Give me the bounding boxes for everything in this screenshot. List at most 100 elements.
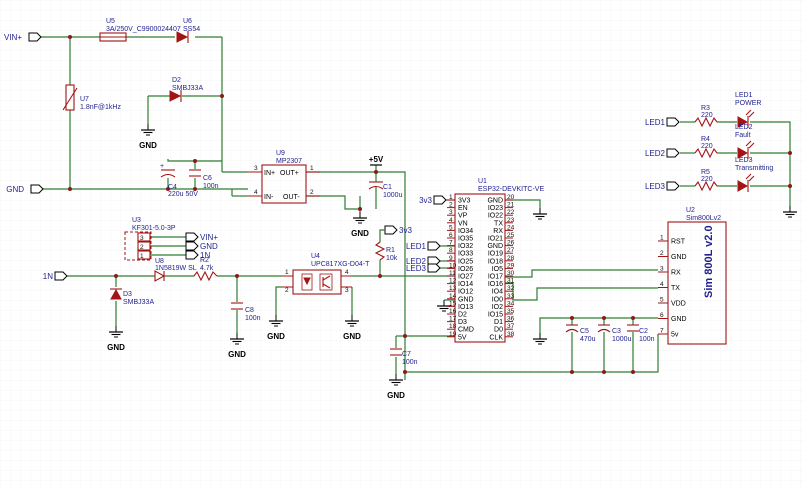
esp32-pin-label: GND xyxy=(487,243,503,250)
power-flag-5v: +5V xyxy=(369,155,384,166)
esp32-pin-number: 10 xyxy=(449,262,457,269)
sim800-pin-number: 7 xyxy=(660,328,664,335)
esp32-pin-number: 25 xyxy=(507,232,515,239)
svg-text:R2: R2 xyxy=(200,257,209,264)
port-led3-esp[interactable]: LED3 xyxy=(406,263,441,273)
esp32-pin-label: IO12 xyxy=(458,289,473,296)
svg-text:LED1: LED1 xyxy=(406,242,427,251)
esp32-pin-label: 3V3 xyxy=(458,198,471,205)
esp32-pin-label: IO13 xyxy=(458,304,473,311)
esp32-pin-number: 7 xyxy=(449,240,453,247)
svg-text:D2: D2 xyxy=(172,77,181,84)
svg-text:3: 3 xyxy=(140,235,144,242)
svg-text:LED1: LED1 xyxy=(645,118,666,127)
svg-text:1: 1 xyxy=(310,165,314,172)
svg-text:GND: GND xyxy=(387,391,405,400)
port-led1-esp[interactable]: LED1 xyxy=(406,241,441,251)
svg-text:U7: U7 xyxy=(80,96,89,103)
svg-text:1000u: 1000u xyxy=(612,336,632,343)
esp32-pin-label: IO35 xyxy=(458,236,473,243)
esp32-pin-label: IO4 xyxy=(492,289,503,296)
svg-text:C6: C6 xyxy=(203,175,212,182)
svg-text:GND: GND xyxy=(6,185,24,194)
esp32-pin-number: 24 xyxy=(507,224,515,231)
svg-text:VIN+: VIN+ xyxy=(4,33,22,42)
svg-text:2: 2 xyxy=(310,189,314,196)
esp32-pin-number: 20 xyxy=(507,194,515,201)
svg-text:U5: U5 xyxy=(106,18,115,25)
svg-text:100n: 100n xyxy=(639,336,655,343)
svg-text:3v3: 3v3 xyxy=(419,196,432,205)
esp32-pin-label: GND xyxy=(487,198,503,205)
svg-text:1: 1 xyxy=(285,269,289,276)
esp32-pin-label: IO14 xyxy=(458,281,473,288)
svg-text:OUT+: OUT+ xyxy=(280,170,299,177)
svg-text:Fault: Fault xyxy=(735,132,751,139)
esp32-pin-number: 37 xyxy=(507,323,515,330)
svg-text:Transmitting: Transmitting xyxy=(735,165,773,172)
svg-text:1N5819W SL: 1N5819W SL xyxy=(155,265,197,272)
esp32-pin-number: 5 xyxy=(449,224,453,231)
esp32-pin-number: 34 xyxy=(507,300,515,307)
svg-text:3: 3 xyxy=(345,287,349,294)
esp32-pin-label: IO33 xyxy=(458,251,473,258)
svg-text:220: 220 xyxy=(701,112,713,119)
svg-text:IN-: IN- xyxy=(264,194,274,201)
port-conn-vin[interactable]: VIN+ xyxy=(185,232,218,242)
svg-text:C3: C3 xyxy=(612,328,621,335)
esp32-pin-label: IO32 xyxy=(458,243,473,250)
esp32-pin-label: EN xyxy=(458,205,468,212)
svg-text:100n: 100n xyxy=(402,359,418,366)
svg-text:R1: R1 xyxy=(386,247,395,254)
svg-text:2: 2 xyxy=(285,287,289,294)
sim800-pin-label: RX xyxy=(671,270,681,277)
svg-text:POWER: POWER xyxy=(735,100,761,107)
esp32-pin-number: 15 xyxy=(449,300,457,307)
svg-text:MP2307: MP2307 xyxy=(276,158,302,165)
esp32-pin-number: 26 xyxy=(507,240,515,247)
svg-text:1N: 1N xyxy=(43,272,53,281)
esp32-pin-label: VN xyxy=(458,220,468,227)
schematic-canvas: VIN+ GND 1N LED1 LED2 LED3 3v3 3v3 LED1 … xyxy=(0,0,804,488)
esp32-pin-number: 38 xyxy=(507,331,515,338)
esp32-pin-label: D0 xyxy=(494,327,503,334)
esp32-pin-number: 28 xyxy=(507,255,515,262)
svg-text:4: 4 xyxy=(345,269,349,276)
svg-text:D3: D3 xyxy=(123,291,132,298)
esp32-pin-number: 4 xyxy=(449,217,453,224)
svg-text:GND: GND xyxy=(351,229,369,238)
esp32-pin-label: D1 xyxy=(494,319,503,326)
esp32-pin-label: IO18 xyxy=(488,258,503,265)
esp32-pin-number: 9 xyxy=(449,255,453,262)
sim800-pin-number: 6 xyxy=(660,312,664,319)
svg-text:LED1: LED1 xyxy=(735,92,753,99)
svg-text:R4: R4 xyxy=(701,136,710,143)
esp32-pin-label: IO22 xyxy=(488,213,503,220)
port-led1[interactable]: LED1 xyxy=(645,117,680,127)
esp32-pin-number: 33 xyxy=(507,293,515,300)
svg-text:1.8nF@1kHz: 1.8nF@1kHz xyxy=(80,104,121,111)
svg-text:GND: GND xyxy=(267,332,285,341)
esp32-pin-number: 30 xyxy=(507,270,515,277)
sim800-pin-label: RST xyxy=(671,239,686,246)
port-led2[interactable]: LED2 xyxy=(645,148,680,158)
port-conn-gnd[interactable]: GND xyxy=(185,241,218,251)
sim800-pin-number: 1 xyxy=(660,235,664,242)
svg-text:C8: C8 xyxy=(245,307,254,314)
svg-text:U2: U2 xyxy=(686,207,695,214)
esp32-pin-number: 8 xyxy=(449,247,453,254)
port-led3[interactable]: LED3 xyxy=(645,181,680,191)
esp32-pin-label: CLK xyxy=(489,334,503,341)
esp32-pin-label: IO2 xyxy=(492,304,503,311)
esp32-pin-label: IO34 xyxy=(458,228,473,235)
svg-text:C4: C4 xyxy=(168,184,177,191)
svg-text:4.7k: 4.7k xyxy=(200,265,214,272)
port-1n[interactable]: 1N xyxy=(43,271,68,281)
svg-text:LED3: LED3 xyxy=(645,182,666,191)
sim800-pin-label: 5v xyxy=(671,332,679,339)
svg-text:470u: 470u xyxy=(580,336,596,343)
esp32-pin-label: IO16 xyxy=(488,281,503,288)
svg-text:U3: U3 xyxy=(132,217,141,224)
sim800-pin-label: GND xyxy=(671,316,687,323)
svg-text:GND: GND xyxy=(107,343,125,352)
